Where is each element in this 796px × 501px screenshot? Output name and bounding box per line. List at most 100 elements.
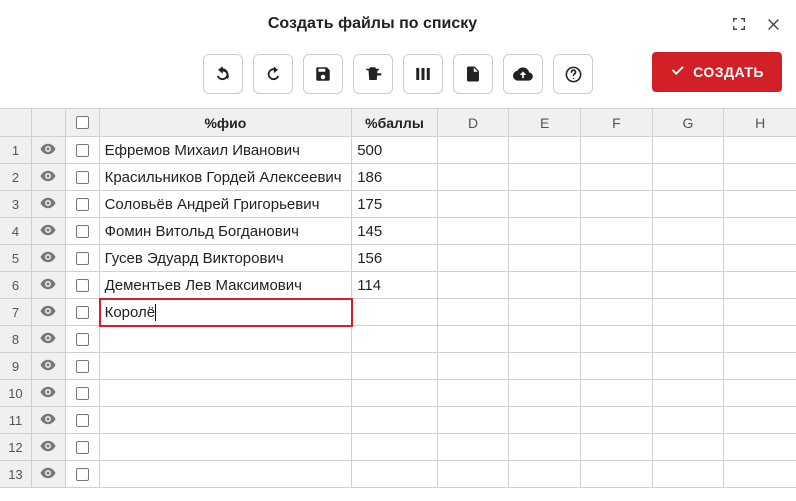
row-checkbox[interactable] xyxy=(76,360,89,373)
cell-empty[interactable] xyxy=(724,164,796,191)
row-select[interactable] xyxy=(66,407,100,434)
cell-score[interactable] xyxy=(352,461,438,488)
cell-empty[interactable] xyxy=(581,380,653,407)
cell-empty[interactable] xyxy=(653,434,725,461)
row-checkbox[interactable] xyxy=(76,171,89,184)
close-icon[interactable] xyxy=(765,16,782,33)
row-number[interactable]: 1 xyxy=(0,137,32,164)
cell-name[interactable] xyxy=(100,380,353,407)
cell-name[interactable] xyxy=(100,434,353,461)
file-button[interactable] xyxy=(453,54,493,94)
visibility-toggle[interactable] xyxy=(32,326,66,353)
cell-empty[interactable] xyxy=(438,461,510,488)
cell-score[interactable] xyxy=(352,434,438,461)
visibility-toggle[interactable] xyxy=(32,299,66,326)
cell-empty[interactable] xyxy=(653,299,725,326)
column-header-d[interactable]: D xyxy=(438,109,510,137)
cell-empty[interactable] xyxy=(653,245,725,272)
cell-empty[interactable] xyxy=(581,245,653,272)
cell-empty[interactable] xyxy=(653,164,725,191)
cell-empty[interactable] xyxy=(724,299,796,326)
cell-empty[interactable] xyxy=(438,272,510,299)
cell-score[interactable] xyxy=(352,353,438,380)
cell-name[interactable] xyxy=(100,353,353,380)
cell-empty[interactable] xyxy=(438,299,510,326)
row-checkbox[interactable] xyxy=(76,252,89,265)
cell-empty[interactable] xyxy=(581,461,653,488)
cell-empty[interactable] xyxy=(438,407,510,434)
visibility-header[interactable] xyxy=(32,109,66,137)
cell-empty[interactable] xyxy=(509,353,581,380)
row-number[interactable]: 10 xyxy=(0,380,32,407)
cell-empty[interactable] xyxy=(509,137,581,164)
cell-empty[interactable] xyxy=(581,434,653,461)
cell-empty[interactable] xyxy=(438,353,510,380)
clear-button[interactable] xyxy=(353,54,393,94)
row-checkbox[interactable] xyxy=(76,279,89,292)
cell-empty[interactable] xyxy=(653,380,725,407)
spreadsheet-grid[interactable]: %фио %баллы D E F G H 1Ефремов Михаил Ив… xyxy=(0,108,796,488)
visibility-toggle[interactable] xyxy=(32,461,66,488)
cell-empty[interactable] xyxy=(438,245,510,272)
row-number[interactable]: 6 xyxy=(0,272,32,299)
cell-empty[interactable] xyxy=(581,299,653,326)
create-button[interactable]: СОЗДАТЬ xyxy=(652,52,782,92)
cell-empty[interactable] xyxy=(438,191,510,218)
cell-empty[interactable] xyxy=(509,245,581,272)
cell-empty[interactable] xyxy=(653,353,725,380)
undo-button[interactable] xyxy=(203,54,243,94)
cell-empty[interactable] xyxy=(581,164,653,191)
cell-empty[interactable] xyxy=(653,461,725,488)
row-checkbox[interactable] xyxy=(76,468,89,481)
visibility-toggle[interactable] xyxy=(32,407,66,434)
cell-empty[interactable] xyxy=(724,407,796,434)
column-header-g[interactable]: G xyxy=(653,109,725,137)
visibility-toggle[interactable] xyxy=(32,191,66,218)
cell-empty[interactable] xyxy=(509,218,581,245)
cell-empty[interactable] xyxy=(438,137,510,164)
row-checkbox[interactable] xyxy=(76,198,89,211)
row-select[interactable] xyxy=(66,353,100,380)
cell-empty[interactable] xyxy=(724,461,796,488)
cell-score[interactable] xyxy=(352,407,438,434)
cell-score[interactable]: 175 xyxy=(352,191,438,218)
visibility-toggle[interactable] xyxy=(32,380,66,407)
cell-name[interactable]: Красильников Гордей Алексеевич xyxy=(100,164,353,191)
cell-name[interactable] xyxy=(100,407,353,434)
cell-empty[interactable] xyxy=(653,191,725,218)
cell-empty[interactable] xyxy=(724,326,796,353)
row-number[interactable]: 3 xyxy=(0,191,32,218)
cell-empty[interactable] xyxy=(509,299,581,326)
cell-name[interactable]: Гусев Эдуард Викторович xyxy=(100,245,353,272)
corner-cell[interactable] xyxy=(0,109,32,137)
save-button[interactable] xyxy=(303,54,343,94)
cell-name[interactable] xyxy=(100,326,353,353)
row-checkbox[interactable] xyxy=(76,441,89,454)
cell-empty[interactable] xyxy=(509,272,581,299)
column-header-h[interactable]: H xyxy=(724,109,796,137)
cell-empty[interactable] xyxy=(653,326,725,353)
row-select[interactable] xyxy=(66,191,100,218)
cell-empty[interactable] xyxy=(438,218,510,245)
row-select[interactable] xyxy=(66,245,100,272)
row-select[interactable] xyxy=(66,461,100,488)
cell-empty[interactable] xyxy=(724,137,796,164)
redo-button[interactable] xyxy=(253,54,293,94)
row-select[interactable] xyxy=(66,299,100,326)
cell-empty[interactable] xyxy=(509,326,581,353)
cell-name[interactable]: Соловьёв Андрей Григорьевич xyxy=(100,191,353,218)
visibility-toggle[interactable] xyxy=(32,218,66,245)
cell-empty[interactable] xyxy=(581,407,653,434)
cell-name[interactable]: Королё xyxy=(100,299,353,326)
cell-empty[interactable] xyxy=(724,218,796,245)
row-select[interactable] xyxy=(66,434,100,461)
cell-empty[interactable] xyxy=(724,191,796,218)
cell-empty[interactable] xyxy=(438,326,510,353)
visibility-toggle[interactable] xyxy=(32,137,66,164)
visibility-toggle[interactable] xyxy=(32,353,66,380)
row-select[interactable] xyxy=(66,326,100,353)
cell-empty[interactable] xyxy=(581,191,653,218)
column-header-score[interactable]: %баллы xyxy=(352,109,438,137)
cell-empty[interactable] xyxy=(581,353,653,380)
row-select[interactable] xyxy=(66,380,100,407)
